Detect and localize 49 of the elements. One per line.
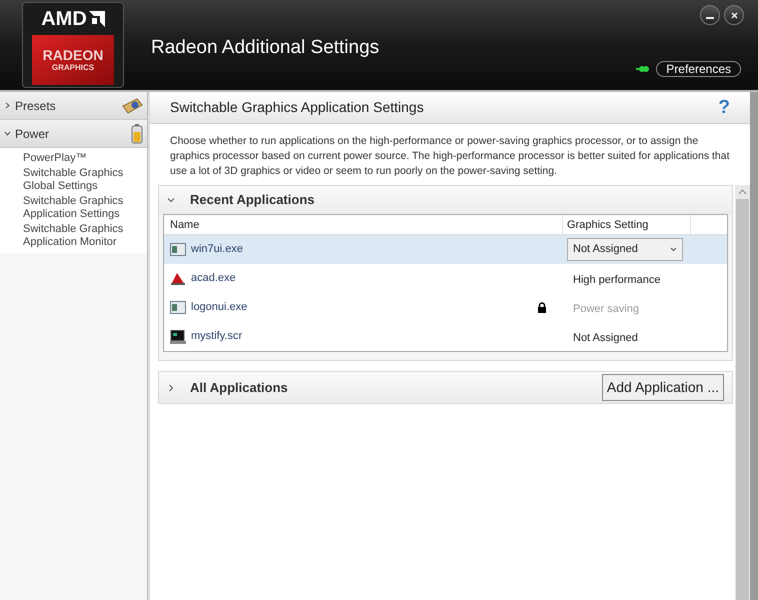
status-led-icon [636,65,650,73]
monitor-icon [170,330,186,344]
close-icon [730,12,738,18]
chevron-icon[interactable] [167,384,175,392]
chevron-icon [4,130,11,137]
app-name: acad.exe [191,271,237,286]
window-icon [170,243,186,256]
minimize-button[interactable] [700,5,720,25]
sidebar-item[interactable]: Switchable Graphics Application Settings [0,194,147,222]
sidebar-section[interactable]: Presets [0,92,147,120]
close-button[interactable] [724,5,744,25]
page-title: Switchable Graphics Application Settings [170,98,425,117]
window-icon [170,301,186,314]
help-button[interactable]: ? [718,98,730,118]
sidebar-item[interactable]: Switchable Graphics Application Monitor [0,222,147,250]
column-header: Name [164,215,563,234]
app-name: mystify.scr [191,329,244,344]
scroll-thumb[interactable] [736,199,749,600]
sidebar-item[interactable]: Switchable Graphics Global Settings [0,166,147,194]
section-label: Presets [15,98,57,114]
chevron-icon [4,102,11,109]
add-application-button[interactable]: Add Application ... [602,374,724,401]
sidebar-section[interactable]: Power [0,120,147,148]
table-row[interactable]: win7ui.exe Not Assigned [164,235,727,264]
app-name: win7ui.exe [191,242,244,258]
logo-subtitle: GRAPHICS [52,63,94,73]
section-label: Power [15,126,50,142]
chevron-icon [167,196,175,204]
setting-dropdown[interactable]: Not Assigned [567,238,683,261]
section-title: All Applications [190,378,289,397]
logo-product: RADEON [42,47,104,63]
arrow-logo-icon [88,11,105,27]
triangle-icon [170,272,186,286]
logo-brand: AMD [41,7,87,31]
column-header: Graphics Setting [563,215,691,234]
setting-value: Not Assigned [572,332,639,344]
battery-icon [131,124,143,144]
card-icon [121,98,143,114]
preferences-button[interactable]: Preferences [656,61,741,77]
setting-value: High performance [572,274,662,286]
setting-value: Power saving [572,302,640,314]
app-name: logonui.exe [191,300,248,316]
app-title: Radeon Additional Settings [151,36,380,58]
sidebar-item[interactable]: PowerPlay™ [0,151,147,166]
description: Choose whether to run applications on the high-performance or power-saving graphics processor, or to assign the graphics processor based on current power source. The high-performance processor is better suited for applications that use a lot of 3D graphics or video or seem to run poorly on the power-saving setting. [170,134,730,179]
recent-header[interactable]: Recent Applications [159,186,732,214]
caret-icon [670,247,677,252]
section-title: Recent Applications [190,191,314,210]
scrollbar[interactable] [735,185,750,600]
